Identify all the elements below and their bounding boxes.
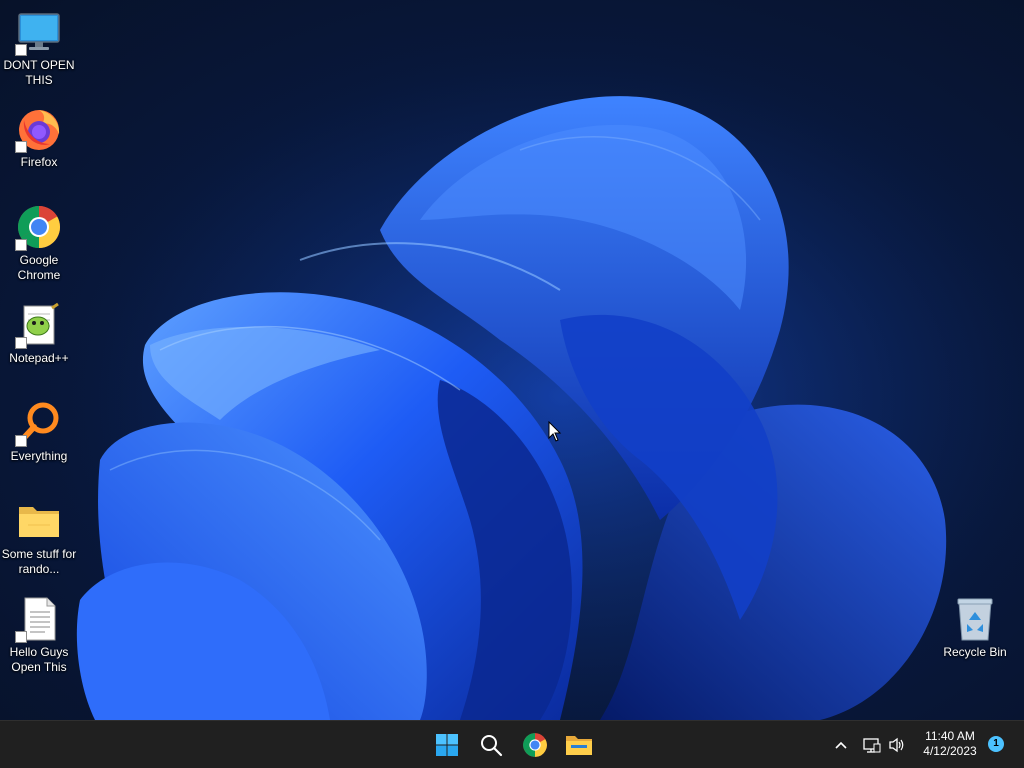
notepadpp-icon [15, 301, 63, 349]
shortcut-arrow-icon [15, 337, 27, 349]
wallpaper-bloom [0, 0, 1024, 720]
mouse-cursor-icon [548, 421, 562, 442]
desktop-icon-everything[interactable]: Everything [1, 399, 77, 464]
shortcut-arrow-icon [15, 44, 27, 56]
shortcut-arrow-icon [15, 141, 27, 153]
desktop-icon-some-stuff-folder[interactable]: Some stuff for rando... [1, 497, 77, 577]
taskbar-file-explorer-button[interactable] [559, 725, 599, 765]
chevron-up-icon [835, 741, 847, 749]
desktop-icon-label: Everything [10, 449, 68, 463]
taskbar: 11:40 AM 4/12/2023 [0, 720, 1024, 768]
shortcut-arrow-icon [15, 435, 27, 447]
chrome-icon [523, 733, 547, 757]
shortcut-arrow-icon [15, 239, 27, 251]
desktop-icon-label: Recycle Bin [943, 645, 1007, 659]
taskbar-chrome-button[interactable] [515, 725, 555, 765]
volume-button[interactable] [886, 733, 908, 757]
desktop-icon-label: Notepad++ [9, 351, 69, 365]
desktop-icon-dont-open-this[interactable]: DONT OPEN THIS [1, 8, 77, 88]
recycle-bin-icon [951, 595, 999, 643]
search-button[interactable] [471, 725, 511, 765]
chrome-icon [15, 203, 63, 251]
network-icon [863, 738, 881, 753]
clock-time: 11:40 AM [925, 729, 975, 743]
network-button[interactable] [861, 733, 883, 757]
firefox-icon [15, 105, 63, 153]
desktop-icon-notepad-plus-plus[interactable]: Notepad++ [1, 301, 77, 366]
desktop-icon-recycle-bin[interactable]: Recycle Bin [937, 595, 1013, 660]
desktop-icon-google-chrome[interactable]: Google Chrome [1, 203, 77, 283]
folder-icon [15, 497, 63, 545]
monitor-icon [15, 8, 63, 56]
desktop-icon-label: Some stuff for rando... [1, 547, 77, 576]
shortcut-arrow-icon [15, 631, 27, 643]
desktop-icon-label: Hello Guys Open This [9, 645, 69, 674]
desktop-icon-label: DONT OPEN THIS [3, 58, 75, 87]
file-explorer-icon [566, 736, 592, 755]
desktop[interactable]: DONT OPEN THIS Firefox Google Chrome Not… [0, 0, 1024, 720]
show-hidden-icons-button[interactable] [830, 733, 852, 757]
search-icon [481, 735, 503, 757]
desktop-icon-hello-guys-open-this[interactable]: Hello Guys Open This [1, 595, 77, 675]
start-button[interactable] [427, 725, 467, 765]
windows-start-icon [436, 734, 458, 756]
text-file-icon [15, 595, 63, 643]
desktop-icon-firefox[interactable]: Firefox [1, 105, 77, 170]
desktop-icon-label: Google Chrome [17, 253, 61, 282]
clock-button[interactable]: 11:40 AM 4/12/2023 [914, 729, 986, 759]
notification-badge[interactable]: 1 [988, 736, 1004, 752]
desktop-icon-label: Firefox [20, 155, 58, 169]
clock-date: 4/12/2023 [923, 744, 977, 758]
volume-icon [889, 737, 904, 753]
search-everything-icon [15, 399, 63, 447]
